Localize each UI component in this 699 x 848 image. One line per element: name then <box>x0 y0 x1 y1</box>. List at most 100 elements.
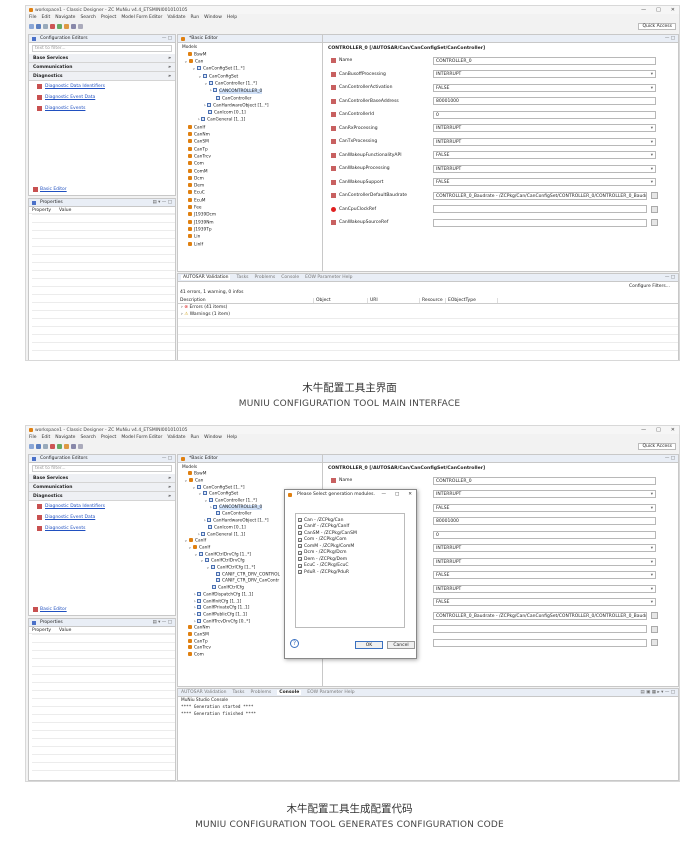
basic-editor-link[interactable]: Basic Editor <box>33 187 67 192</box>
text-field[interactable]: 80001000 <box>433 517 656 526</box>
menu-search[interactable]: Search <box>80 15 95 20</box>
problems-group-warnings[interactable]: › ⚠ Warnings (1 item) <box>181 311 678 318</box>
category-communication[interactable]: Communication» <box>29 483 175 492</box>
view-controls[interactable]: — □ <box>162 36 172 41</box>
menu-file[interactable]: File <box>29 435 37 440</box>
close-icon[interactable]: ✕ <box>671 427 675 433</box>
validate-icon[interactable] <box>57 24 62 29</box>
view-controls[interactable]: ▤ ▾ — □ <box>152 620 172 625</box>
dropdown-select[interactable]: FALSE <box>433 571 656 580</box>
view-controls[interactable]: ▤ ▾ — □ <box>152 200 172 205</box>
module-checkbox[interactable]: ✓ <box>298 550 302 555</box>
maximize-icon[interactable]: □ <box>656 7 661 13</box>
tree-node[interactable]: BswM <box>182 51 318 59</box>
text-field[interactable]: CONTROLLER_0 <box>433 56 656 65</box>
menu-navigate[interactable]: Navigate <box>55 435 75 440</box>
tab-configuration-editors[interactable]: Configuration Editors — □ <box>29 455 175 463</box>
module-checkbox[interactable]: ✓ <box>298 557 302 562</box>
run-icon[interactable] <box>64 24 69 29</box>
reference-field[interactable]: CONTROLLER_0_Baudrate - /ZCPkg/Can/CanCo… <box>433 191 647 200</box>
tree-node[interactable]: Lin <box>182 234 318 241</box>
category-diagnostics[interactable]: Diagnostics» <box>29 492 175 501</box>
dropdown-select[interactable]: INTERRUPT <box>433 544 656 553</box>
browse-button[interactable] <box>651 219 658 227</box>
menu-help[interactable]: Help <box>227 435 237 440</box>
tab-properties[interactable]: Properties ▤ ▾ — □ <box>29 199 175 207</box>
diag-item-event-data[interactable]: Diagnostic Event Data <box>29 92 175 103</box>
menu-model-form-editor[interactable]: Model Form Editor <box>121 435 162 440</box>
browse-button[interactable] <box>651 625 658 633</box>
close-icon[interactable]: ✕ <box>671 7 675 13</box>
filter-input[interactable]: text to filter... <box>32 465 172 472</box>
menu-window[interactable]: Window <box>204 15 222 20</box>
browse-button[interactable] <box>651 612 658 620</box>
tree-node[interactable]: Fee <box>182 205 318 212</box>
run-icon[interactable] <box>64 444 69 449</box>
tab-console[interactable]: Console <box>281 275 299 280</box>
category-communication[interactable]: Communication» <box>29 63 175 72</box>
tab-configuration-editors[interactable]: Configuration Editors — □ <box>29 35 175 43</box>
tree-node[interactable]: CanNm <box>182 132 318 139</box>
tree-node[interactable]: EcuC <box>182 190 318 197</box>
tree-node[interactable]: CanController <box>182 95 318 103</box>
tree-node[interactable]: J1939Dcm <box>182 212 318 219</box>
menu-edit[interactable]: Edit <box>42 15 51 20</box>
tree-node[interactable]: BswM <box>182 471 318 478</box>
nav-back-icon[interactable] <box>71 24 76 29</box>
tree-node[interactable]: CanIcom [0..1] <box>182 110 318 117</box>
tree-node[interactable]: Dem <box>182 183 318 190</box>
tab-properties[interactable]: Properties ▤ ▾ — □ <box>29 619 175 627</box>
tab-autosar-validation[interactable]: AUTOSAR Validation <box>181 275 231 280</box>
tab-basic-editor[interactable]: *Basic Editor <box>178 35 322 43</box>
category-base-services[interactable]: Base Services» <box>29 474 175 483</box>
dropdown-select[interactable]: INTERRUPT <box>433 137 656 146</box>
tab-eow-parameter-help[interactable]: EOW Parameter Help <box>307 690 354 695</box>
validate-icon[interactable] <box>57 444 62 449</box>
diag-item-events[interactable]: Diagnostic Events <box>29 103 175 114</box>
module-checkbox[interactable]: ✓ <box>298 544 302 549</box>
module-item[interactable]: ✓ PduR - /ZCPkg/PduR <box>296 569 404 576</box>
dropdown-select[interactable]: INTERRUPT <box>433 164 656 173</box>
menu-validate[interactable]: Validate <box>167 15 185 20</box>
menu-edit[interactable]: Edit <box>42 435 51 440</box>
menu-search[interactable]: Search <box>80 435 95 440</box>
view-controls[interactable]: — □ <box>665 275 675 280</box>
menu-window[interactable]: Window <box>204 435 222 440</box>
tree-node[interactable]: Com <box>182 161 318 168</box>
save-icon[interactable] <box>36 24 41 29</box>
nav-forward-icon[interactable] <box>78 444 83 449</box>
save-all-icon[interactable] <box>43 444 48 449</box>
module-checkbox[interactable]: ✓ <box>298 563 302 568</box>
minimize-icon[interactable]: — <box>381 492 386 497</box>
new-icon[interactable] <box>29 444 34 449</box>
dropdown-select[interactable]: INTERRUPT <box>433 124 656 133</box>
dropdown-select[interactable]: FALSE <box>433 151 656 160</box>
menu-file[interactable]: File <box>29 15 37 20</box>
tab-basic-editor[interactable]: *Basic Editor <box>178 455 322 463</box>
category-base-services[interactable]: Base Services» <box>29 54 175 63</box>
reference-field[interactable] <box>433 625 647 634</box>
tab-eow-parameter-help[interactable]: EOW Parameter Help <box>305 275 352 280</box>
nav-forward-icon[interactable] <box>78 24 83 29</box>
reference-field[interactable]: CONTROLLER_0_Baudrate - /ZCPkg/Can/CanCo… <box>433 611 647 620</box>
tree-node[interactable]: Dcm <box>182 175 318 183</box>
tab-tasks[interactable]: Tasks <box>232 690 244 695</box>
module-checkbox[interactable]: ✓ <box>298 518 302 523</box>
generate-icon[interactable] <box>50 24 55 29</box>
tab-autosar-validation[interactable]: AUTOSAR Validation <box>181 690 226 695</box>
quick-access-input[interactable]: Quick Access <box>638 443 676 450</box>
dropdown-select[interactable]: FALSE <box>433 83 656 92</box>
tree-node[interactable]: EcuM <box>182 197 318 205</box>
module-checkbox[interactable]: ✓ <box>298 531 302 536</box>
ok-button[interactable]: OK <box>355 641 383 649</box>
dropdown-select[interactable]: INTERRUPT <box>433 557 656 566</box>
diag-item-data-identifiers[interactable]: Diagnostic Data Identifiers <box>29 81 175 92</box>
tree-node[interactable]: ⌄ CanController [1..*] <box>182 80 318 88</box>
text-field[interactable]: CONTROLLER_0 <box>433 476 656 485</box>
tree-node[interactable]: LinIf <box>182 241 318 249</box>
tree-node[interactable]: ComM <box>182 168 318 176</box>
dropdown-select[interactable]: INTERRUPT <box>433 490 656 499</box>
browse-button[interactable] <box>651 205 658 213</box>
diag-item-events[interactable]: Diagnostic Events <box>29 523 175 534</box>
reference-field[interactable] <box>433 638 647 647</box>
